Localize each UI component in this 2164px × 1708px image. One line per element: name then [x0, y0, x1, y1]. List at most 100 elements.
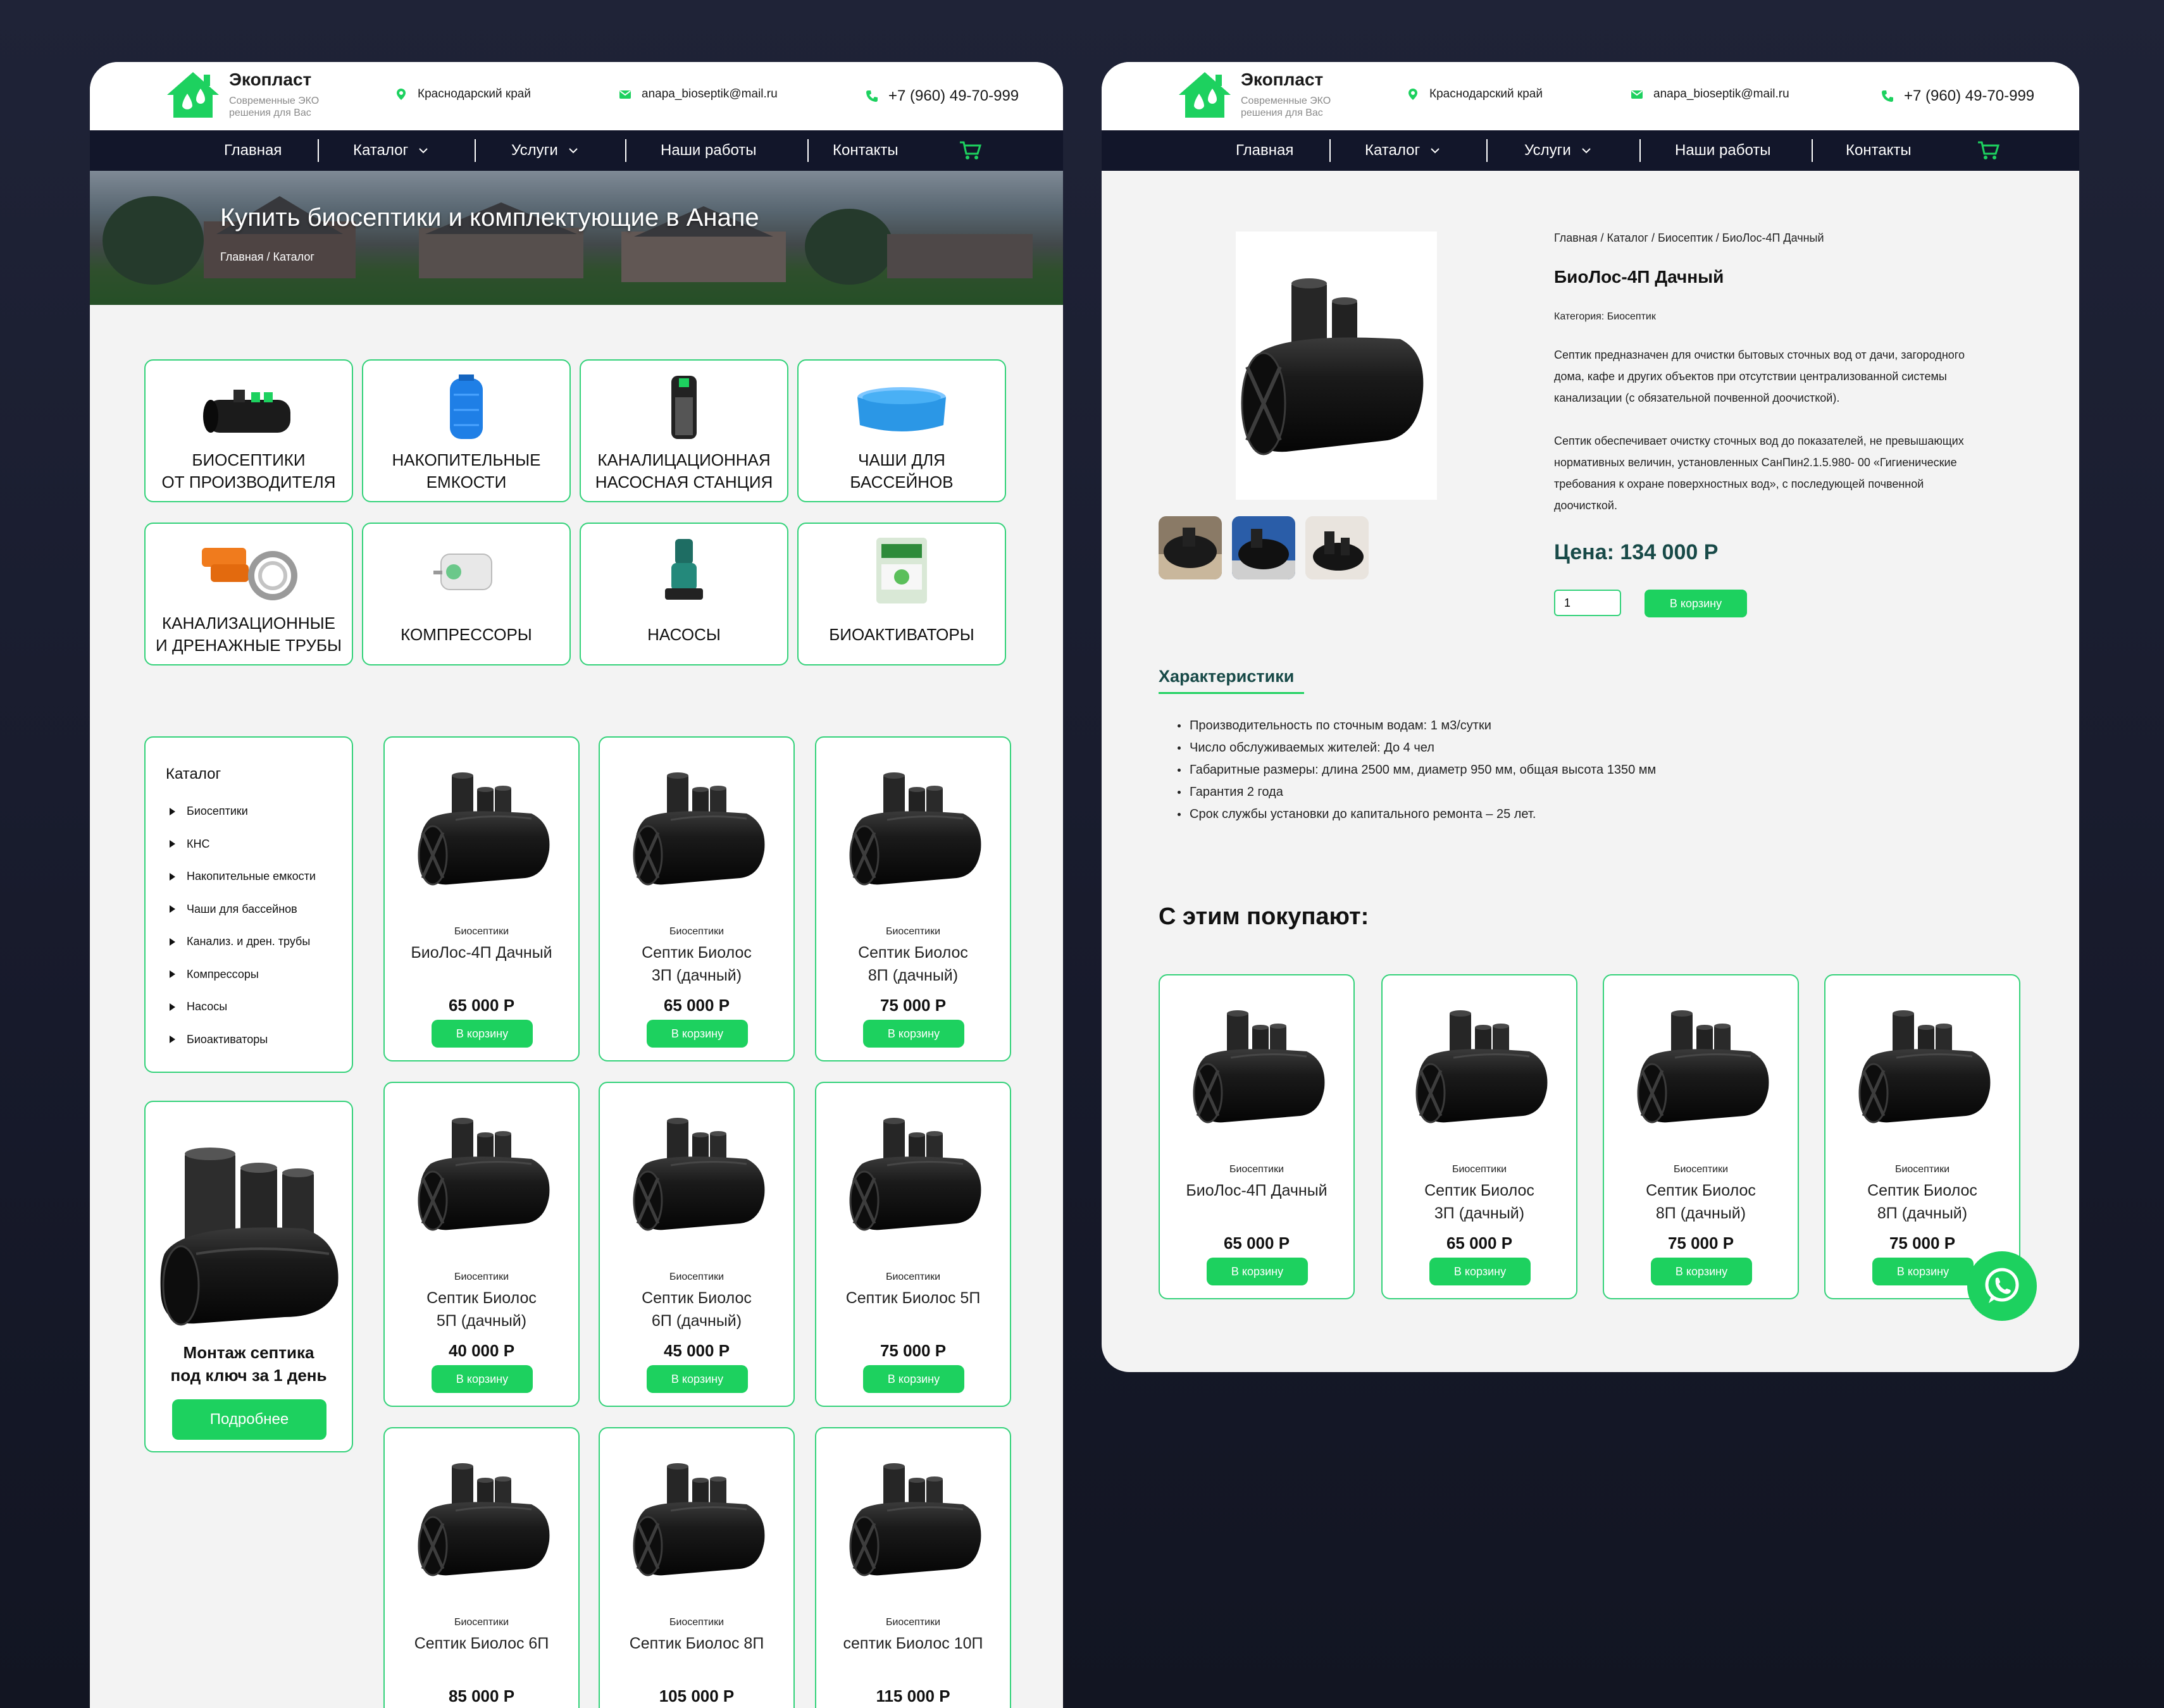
product-name-line[interactable]: 6П (дачный) [606, 1309, 787, 1332]
nav-works-label[interactable]: Наши работы [661, 142, 757, 159]
product-name-line[interactable]: септик Биолос 10П [823, 1632, 1004, 1655]
product-name[interactable]: Септик Биолос 8П (дачный) [1610, 1179, 1791, 1225]
phone[interactable]: +7 (960) 49-70-999 [866, 87, 1019, 105]
product-card[interactable]: Биосептики Септик Биолос 5П (дачный) 40 000… [383, 1082, 580, 1407]
add-to-cart-button[interactable]: В корзину [432, 1365, 533, 1393]
house-drop-logo-icon[interactable] [166, 70, 220, 120]
nav-works[interactable]: Наши работы [1675, 130, 1771, 171]
product-name[interactable]: Септик Биолос 6П (дачный) [606, 1287, 787, 1332]
product-name-line[interactable]: Септик Биолос [1832, 1179, 2013, 1202]
sidebar-item-label[interactable]: Насосы [187, 1000, 227, 1013]
add-to-cart-button[interactable]: В корзину [432, 1020, 533, 1048]
product-name-line[interactable]: Септик Биолос [606, 1287, 787, 1309]
sidebar-item-label[interactable]: Чаши для бассейнов [187, 903, 297, 916]
product-name[interactable]: БиоЛос-4П Дачный [1166, 1179, 1347, 1202]
sidebar-item-label[interactable]: КНС [187, 838, 209, 851]
nav-catalog[interactable]: Каталог [353, 130, 428, 171]
product-card[interactable]: Биосептики Септик Биолос 3П (дачный) 65 000… [1381, 974, 1577, 1299]
nav-contacts[interactable]: Контакты [1846, 130, 1912, 171]
product-name-line[interactable]: Септик Биолос [606, 941, 787, 964]
product-name-line[interactable]: Септик Биолос 6П [391, 1632, 572, 1655]
sidebar-item[interactable]: Чаши для бассейнов [170, 903, 297, 916]
category-card[interactable]: НАСОСЫ [580, 523, 788, 665]
add-to-cart-button[interactable]: В корзину [647, 1365, 748, 1393]
tab-characteristics[interactable]: Характеристики [1159, 667, 1294, 686]
product-name-line[interactable]: 3П (дачный) [1389, 1202, 1570, 1225]
category-card[interactable]: КАНАЛИЗАЦИОННЫЕ И ДРЕНАЖНЫЕ ТРУБЫ [144, 523, 353, 665]
product-name-line[interactable]: 8П (дачный) [1610, 1202, 1791, 1225]
email-text[interactable]: anapa_bioseptik@mail.ru [1653, 87, 1789, 101]
email-text[interactable]: anapa_bioseptik@mail.ru [642, 87, 778, 101]
product-name-line[interactable]: Септик Биолос 5П [823, 1287, 1004, 1309]
product-card[interactable]: Биосептики Септик Биолос 3П (дачный) 65 000… [599, 736, 795, 1061]
sidebar-item-label[interactable]: Биоактиваторы [187, 1033, 268, 1046]
product-card[interactable]: Биосептики Септик Биолос 8П (дачный) 75 000… [1603, 974, 1799, 1299]
product-name[interactable]: Септик Биолос 8П (дачный) [823, 941, 1004, 987]
category-card[interactable]: БИОАКТИВАТОРЫ [797, 523, 1006, 665]
product-name[interactable]: септик Биолос 10П [823, 1632, 1004, 1655]
cart-icon[interactable] [959, 140, 982, 161]
nav-catalog[interactable]: Каталог [1365, 130, 1440, 171]
product-card[interactable]: Биосептики Септик Биолос 5П 75 000 Р В корз… [815, 1082, 1011, 1407]
nav-home[interactable]: Главная [1236, 130, 1293, 171]
nav-contacts-label[interactable]: Контакты [833, 142, 899, 159]
product-name[interactable]: Септик Биолос 3П (дачный) [606, 941, 787, 987]
nav-services[interactable]: Услуги [511, 130, 578, 171]
product-card[interactable]: Биосептикисептик Биолос 10П115 000 РВ ко… [815, 1427, 1011, 1708]
product-card[interactable]: Биосептики БиоЛос-4П Дачный 65 000 Р В корз… [1159, 974, 1355, 1299]
product-name-line[interactable]: БиоЛос-4П Дачный [1166, 1179, 1347, 1202]
nav-home-label[interactable]: Главная [1236, 142, 1293, 159]
sidebar-item[interactable]: КНС [170, 838, 209, 851]
category-card[interactable]: ЧАШИ ДЛЯ БАССЕЙНОВ [797, 359, 1006, 502]
product-main-image[interactable] [1236, 232, 1437, 500]
product-name[interactable]: Септик Биолос 8П (дачный) [1832, 1179, 2013, 1225]
whatsapp-button[interactable] [1967, 1251, 2037, 1321]
add-to-cart-button[interactable]: В корзину [1429, 1258, 1531, 1285]
sidebar-item-label[interactable]: Компрессоры [187, 968, 259, 981]
nav-services-label[interactable]: Услуги [1524, 142, 1571, 159]
product-thumb-3[interactable] [1305, 516, 1369, 579]
category-card[interactable]: НАКОПИТЕЛЬНЫЕ ЕМКОСТИ [362, 359, 571, 502]
add-to-cart-button[interactable]: В корзину [1207, 1258, 1308, 1285]
sidebar-item[interactable]: Компрессоры [170, 968, 259, 981]
product-thumb-2[interactable] [1232, 516, 1295, 579]
product-card[interactable]: Биосептики Септик Биолос 6П (дачный) 45 000… [599, 1082, 795, 1407]
sidebar-item-label[interactable]: Канализ. и дрен. трубы [187, 935, 310, 948]
product-card[interactable]: Биосептики Септик Биолос 8П (дачный) 75 000… [1824, 974, 2020, 1299]
house-drop-logo-icon[interactable] [1178, 70, 1232, 120]
product-name-line[interactable]: Септик Биолос [823, 941, 1004, 964]
phone-text[interactable]: +7 (960) 49-70-999 [888, 87, 1019, 105]
breadcrumb[interactable]: Главная / Каталог / Биосептик / БиоЛос-4… [1554, 232, 1824, 245]
email[interactable]: anapa_bioseptik@mail.ru [1631, 87, 1789, 101]
product-thumb-1[interactable] [1159, 516, 1222, 579]
product-name-line[interactable]: 8П (дачный) [823, 964, 1004, 987]
category-card[interactable]: КАНАЛИЦАЦИОННАЯ НАСОСНАЯ СТАНЦИЯ [580, 359, 788, 502]
add-to-cart-button[interactable]: В корзину [863, 1365, 964, 1393]
product-card[interactable]: Биосептики БиоЛос-4П Дачный 65 000 Р В корз… [383, 736, 580, 1061]
nav-home[interactable]: Главная [224, 130, 282, 171]
cart-icon[interactable] [1977, 140, 2000, 161]
nav-services[interactable]: Услуги [1524, 130, 1591, 171]
category-card[interactable]: БИОСЕПТИКИ ОТ ПРОИЗВОДИТЕЛЯ [144, 359, 353, 502]
category-card[interactable]: КОМПРЕССОРЫ [362, 523, 571, 665]
nav-contacts[interactable]: Контакты [833, 130, 899, 171]
product-name-line[interactable]: Септик Биолос [1389, 1179, 1570, 1202]
nav-catalog-label[interactable]: Каталог [1365, 142, 1420, 159]
add-to-cart-button[interactable]: В корзину [863, 1020, 964, 1048]
phone-text[interactable]: +7 (960) 49-70-999 [1904, 87, 2034, 105]
nav-works[interactable]: Наши работы [661, 130, 757, 171]
add-to-cart-button[interactable]: В корзину [1651, 1258, 1752, 1285]
product-card[interactable]: Биосептики Септик Биолос 8П (дачный) 75 000… [815, 736, 1011, 1061]
add-to-cart-button[interactable]: В корзину [1872, 1258, 1974, 1285]
product-card[interactable]: БиосептикиСептик Биолос 6П85 000 РВ корз… [383, 1427, 580, 1708]
product-name-line[interactable]: 5П (дачный) [391, 1309, 572, 1332]
product-name-line[interactable]: БиоЛос-4П Дачный [391, 941, 572, 964]
sidebar-item[interactable]: Биоактиваторы [170, 1033, 268, 1046]
product-name[interactable]: Септик Биолос 3П (дачный) [1389, 1179, 1570, 1225]
product-name-line[interactable]: 8П (дачный) [1832, 1202, 2013, 1225]
product-name-line[interactable]: Септик Биолос [1610, 1179, 1791, 1202]
product-name[interactable]: Септик Биолос 6П [391, 1632, 572, 1655]
sidebar-item[interactable]: Насосы [170, 1000, 227, 1013]
nav-contacts-label[interactable]: Контакты [1846, 142, 1912, 159]
more-button[interactable]: Подробнее [172, 1399, 326, 1440]
